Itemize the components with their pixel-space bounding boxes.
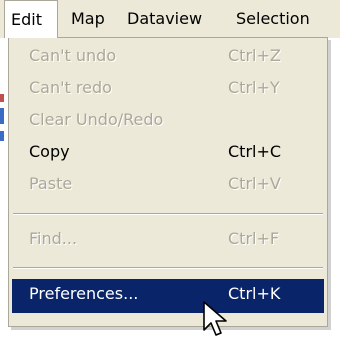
- menu-item-label: Can't redo: [29, 78, 112, 97]
- menu-selection[interactable]: Selection: [236, 0, 310, 38]
- menu-selection-label: Selection: [236, 9, 310, 28]
- menu-map-label: Map: [71, 9, 105, 28]
- menu-dataview[interactable]: Dataview: [127, 0, 202, 38]
- menu-bar: Edit Map Dataview Selection: [0, 0, 340, 38]
- menu-edit-label: Edit: [11, 10, 42, 29]
- menu-item-shortcut: Ctrl+F: [228, 229, 280, 248]
- menu-item-shortcut: Ctrl+Y: [228, 78, 280, 97]
- menu-separator: [13, 267, 323, 269]
- menu-item-label: Clear Undo/Redo: [29, 110, 164, 129]
- background-window: [0, 38, 8, 347]
- menu-item-redo[interactable]: Can't redo Ctrl+Y: [12, 74, 324, 106]
- menu-separator: [13, 213, 323, 215]
- menu-item-shortcut: Ctrl+C: [228, 142, 282, 161]
- arrow-pointer-icon: [203, 301, 227, 336]
- menu-item-label: Find...: [29, 229, 78, 248]
- menu-item-label: Copy: [29, 142, 70, 161]
- menu-edit[interactable]: Edit: [4, 0, 58, 38]
- background-blue-mark: [0, 108, 4, 124]
- menu-item-shortcut: Ctrl+Z: [228, 46, 281, 65]
- menu-dataview-label: Dataview: [127, 9, 203, 28]
- edit-menu-dropdown: Can't undo Ctrl+Z Can't redo Ctrl+Y Clea…: [8, 37, 328, 327]
- menu-item-paste[interactable]: Paste Ctrl+V: [12, 170, 324, 202]
- menu-item-shortcut: Ctrl+V: [228, 174, 281, 193]
- menu-item-clear-undo-redo[interactable]: Clear Undo/Redo: [12, 106, 324, 138]
- menu-item-preferences[interactable]: Preferences... Ctrl+K: [12, 279, 324, 313]
- menu-item-undo[interactable]: Can't undo Ctrl+Z: [12, 42, 324, 74]
- background-red-mark: [0, 94, 4, 102]
- menu-map[interactable]: Map: [71, 0, 105, 38]
- menu-item-label: Preferences...: [29, 284, 139, 303]
- background-blue-mark: [0, 131, 4, 141]
- menu-item-label: Paste: [29, 174, 73, 193]
- menu-item-copy[interactable]: Copy Ctrl+C: [12, 138, 324, 170]
- menu-item-label: Can't undo: [29, 46, 117, 65]
- menu-item-find[interactable]: Find... Ctrl+F: [12, 225, 324, 257]
